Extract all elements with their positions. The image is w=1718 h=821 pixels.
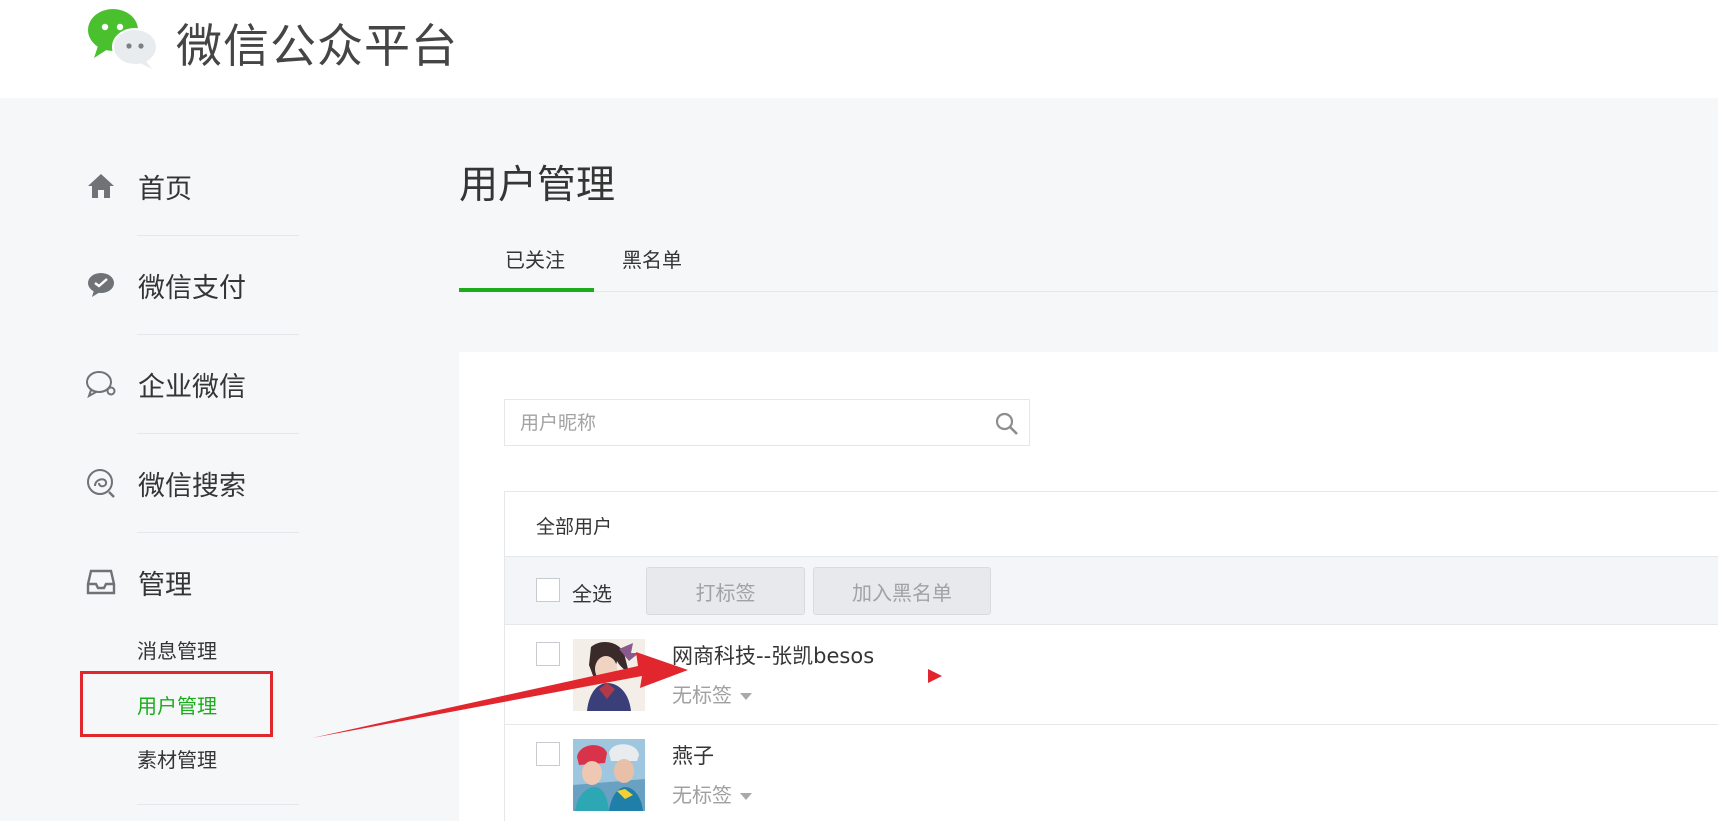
divider [137, 235, 299, 236]
sidebar-item-work-wechat[interactable]: 企业微信 [84, 364, 314, 404]
row-tag-label: 无标签 [672, 683, 732, 707]
search-box [504, 399, 1030, 446]
divider [137, 334, 299, 335]
row-tag-label: 无标签 [672, 783, 732, 807]
table-header: 全部用户 [505, 492, 1718, 556]
select-all-label: 全选 [572, 582, 612, 606]
search-input[interactable] [506, 401, 976, 444]
table-toolbar: 全选 打标签 加入黑名单 [505, 556, 1718, 625]
page-title: 用户管理 [459, 163, 616, 208]
sidebar-item-label: 企业微信 [138, 371, 246, 403]
home-icon [84, 169, 118, 203]
select-all-checkbox[interactable] [536, 578, 560, 602]
avatar[interactable] [573, 639, 645, 711]
annotation-highlight-box [80, 671, 273, 737]
chevron-down-icon [740, 693, 752, 700]
sidebar-item-label: 微信支付 [138, 272, 246, 304]
sidebar-item-management[interactable]: 管理 [84, 562, 314, 602]
active-tab-indicator [459, 288, 594, 292]
sidebar-subitem-materials[interactable]: 素材管理 [137, 744, 217, 773]
sidebar-item-label: 管理 [138, 569, 192, 601]
tab-blacklist[interactable]: 黑名单 [622, 244, 682, 273]
tab-followed[interactable]: 已关注 [505, 244, 565, 273]
divider [137, 532, 299, 533]
inbox-icon [84, 565, 118, 599]
divider [137, 804, 299, 805]
sidebar-item-home[interactable]: 首页 [84, 166, 314, 206]
row-nickname[interactable]: 网商科技--张凯besos [672, 640, 874, 670]
user-table: 全部用户 全选 打标签 加入黑名单 网商科技--张凯besos 无标签 燕子 无… [504, 491, 1718, 821]
avatar[interactable] [573, 739, 645, 811]
top-bar: 微信公众平台 [0, 0, 1718, 98]
wechat-logo-icon[interactable] [86, 6, 162, 70]
wechat-pay-icon [84, 268, 118, 302]
table-title: 全部用户 [536, 516, 613, 538]
sidebar-subitem-messages[interactable]: 消息管理 [137, 635, 217, 664]
sidebar-item-wechat-pay[interactable]: 微信支付 [84, 265, 314, 305]
chevron-down-icon [740, 793, 752, 800]
row-tag-dropdown[interactable]: 无标签 [672, 779, 752, 808]
tabs-divider [459, 291, 1718, 292]
search-icon[interactable] [994, 411, 1020, 437]
divider [137, 433, 299, 434]
wechat-search-icon [84, 466, 118, 500]
row-tag-dropdown[interactable]: 无标签 [672, 679, 752, 708]
sidebar-item-label: 首页 [138, 173, 192, 205]
tag-button[interactable]: 打标签 [646, 567, 805, 615]
add-to-blacklist-button[interactable]: 加入黑名单 [813, 567, 991, 615]
sidebar-item-wechat-search[interactable]: 微信搜索 [84, 463, 314, 503]
platform-title: 微信公众平台 [176, 19, 458, 73]
row-nickname[interactable]: 燕子 [672, 740, 714, 770]
sidebar-item-label: 微信搜索 [138, 470, 246, 502]
row-checkbox[interactable] [536, 642, 560, 666]
row-checkbox[interactable] [536, 742, 560, 766]
work-wechat-icon [84, 367, 118, 401]
